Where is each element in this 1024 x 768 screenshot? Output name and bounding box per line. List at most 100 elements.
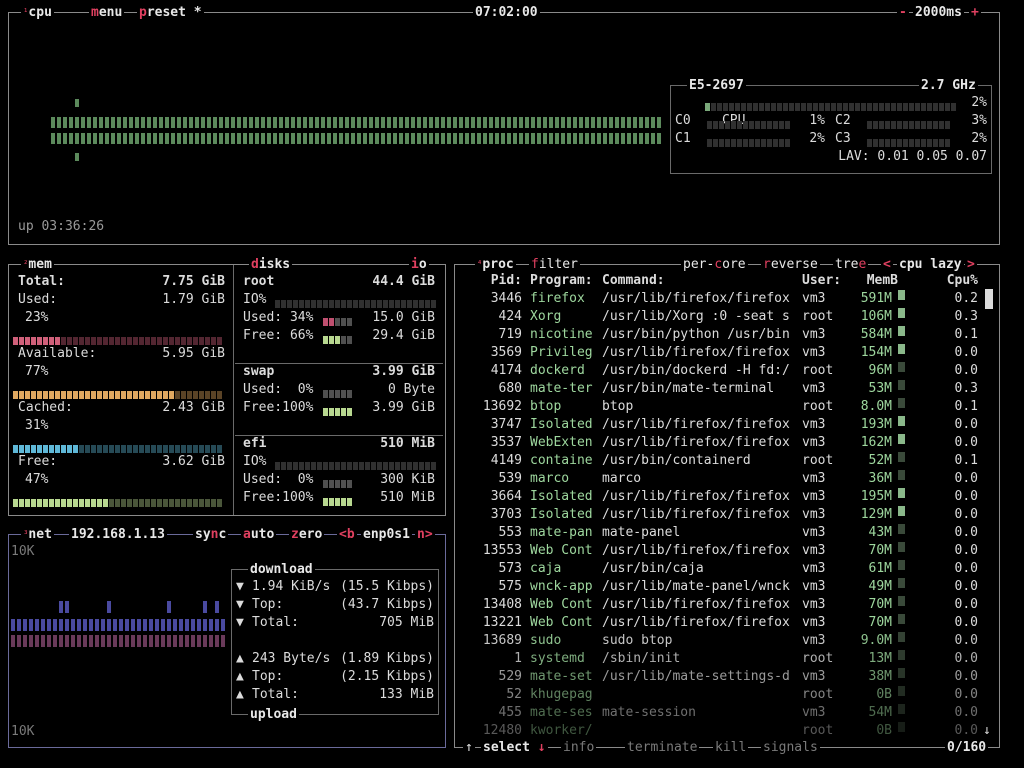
- cpu-cell: 0.3: [954, 381, 978, 396]
- mem-cell: 106M: [860, 309, 892, 324]
- command-cell: btop: [602, 399, 634, 414]
- disk-root-free-bar: [323, 332, 353, 347]
- cpu-cell: 0.0: [954, 723, 978, 738]
- disk-efi-io-label: IO%: [243, 454, 267, 469]
- interval-decrease-button[interactable]: -: [897, 4, 909, 22]
- program-cell: mate-pan: [530, 525, 593, 540]
- command-header[interactable]: Command:: [602, 272, 798, 290]
- cpu-cell: 0.0: [954, 651, 978, 666]
- net-upload-value: 133 MiB: [379, 687, 434, 702]
- table-row[interactable]: 719 nicotine/usr/bin/python /usr/bin vm3 58…: [460, 326, 990, 344]
- mem-cell: 38M: [868, 669, 892, 684]
- table-row[interactable]: 3664 Isolated/usr/lib/firefox/firefox vm3 1…: [460, 488, 990, 506]
- cpu-cell: 0.0: [954, 507, 978, 522]
- table-row[interactable]: 13221 Web Cont/usr/lib/firefox/firefox vm3…: [460, 614, 990, 632]
- preset-button[interactable]: preset *: [137, 4, 204, 22]
- user-cell: vm3: [802, 615, 826, 630]
- table-row[interactable]: 3446 firefox/usr/lib/firefox/firefox vm3 59…: [460, 290, 990, 308]
- disk-swap-used-label: Used: 0%: [243, 382, 314, 397]
- command-cell: sudo btop: [602, 633, 673, 648]
- table-row[interactable]: 13692 btop btop root 8.0M 0.1: [460, 398, 990, 416]
- program-cell: mate-set: [530, 669, 593, 684]
- table-row[interactable]: 1 systemd/sbin/init root 13M 0.0: [460, 650, 990, 668]
- pid-cell: 3664: [490, 489, 522, 504]
- table-row[interactable]: 12480 kworker/root 0B 0.0: [460, 722, 990, 740]
- table-row[interactable]: 4149 containe/usr/bin/containerd root 52M 0.…: [460, 452, 990, 470]
- command-cell: /usr/lib/firefox/firefox: [602, 597, 790, 612]
- table-row[interactable]: 680 mate-ter/usr/bin/mate-terminal vm3 53M 0…: [460, 380, 990, 398]
- table-row[interactable]: 539 marco marco vm3 36M 0.0: [460, 470, 990, 488]
- signals-button[interactable]: signals: [761, 739, 820, 757]
- disk-efi-used-label: Used: 0%: [243, 472, 314, 487]
- scroll-up-icon[interactable]: ↑: [463, 739, 475, 757]
- net-stats-box: download upload ▼ 1.94 KiB/s (15.5 Kibps) ▼…: [231, 561, 439, 724]
- program-cell: btop: [530, 399, 562, 414]
- cpu-cell: 0.0: [954, 633, 978, 648]
- pid-cell: 13553: [482, 543, 522, 558]
- net-box-title[interactable]: ³net: [21, 526, 54, 544]
- mem-cell: 584M: [860, 327, 892, 342]
- core-bar: [707, 135, 791, 150]
- table-row[interactable]: 13553 Web Cont/usr/lib/firefox/firefox vm3…: [460, 542, 990, 560]
- program-cell: Isolated: [530, 507, 593, 522]
- table-row[interactable]: 13408 Web Cont/usr/lib/firefox/firefox vm3…: [460, 596, 990, 614]
- mem-cell: 61M: [868, 561, 892, 576]
- select-button[interactable]: select ↓: [481, 739, 548, 757]
- mem-cell: 193M: [860, 417, 892, 432]
- mem-cell: 52M: [868, 453, 892, 468]
- user-cell: vm3: [802, 291, 826, 306]
- net-download-value: (43.7 Kibps): [340, 597, 434, 612]
- core-label: C2: [835, 113, 851, 128]
- user-cell: root: [802, 723, 834, 738]
- table-row[interactable]: 52 khugepag root 0B 0.0: [460, 686, 990, 704]
- net-upload-value: (2.15 Kibps): [340, 669, 434, 684]
- core-bar: [707, 117, 791, 132]
- program-cell: kworker/: [530, 723, 593, 738]
- table-row[interactable]: 573 caja/usr/bin/caja vm3 61M 0.0: [460, 560, 990, 578]
- table-row[interactable]: 424 Xorg/usr/lib/Xorg :0 -seat s root 106M 0…: [460, 308, 990, 326]
- table-row[interactable]: 3703 Isolated/usr/lib/firefox/firefox vm3 1…: [460, 506, 990, 524]
- kill-button[interactable]: kill: [713, 739, 749, 757]
- interface-next-button[interactable]: n>: [415, 526, 435, 544]
- disk-swap-used-value: 0 Byte: [388, 382, 435, 397]
- cpu-box-title[interactable]: ¹cpu: [21, 4, 54, 22]
- program-header[interactable]: Program:: [530, 272, 604, 290]
- table-row[interactable]: 529 mate-set/usr/lib/mate-settings-d vm3 38…: [460, 668, 990, 686]
- mem-box-title[interactable]: ²mem: [21, 256, 54, 274]
- terminate-button[interactable]: terminate: [625, 739, 700, 757]
- mem-header[interactable]: MemB: [858, 272, 898, 290]
- info-button[interactable]: info: [561, 739, 597, 757]
- table-row[interactable]: 575 wnck-app/usr/lib/mate-panel/wnck vm3 49…: [460, 578, 990, 596]
- cpu-header[interactable]: Cpu%: [940, 272, 978, 290]
- net-upload-label: Total:: [252, 687, 299, 702]
- interval-increase-button[interactable]: +: [969, 4, 981, 22]
- sync-toggle[interactable]: sync: [193, 526, 229, 544]
- cpu-cell: 0.0: [954, 489, 978, 504]
- mem-cached-value: 2.43 GiB: [162, 400, 225, 415]
- table-row[interactable]: 455 mate-ses mate-session vm3 54M 0.0: [460, 704, 990, 722]
- auto-toggle[interactable]: auto: [241, 526, 277, 544]
- table-row[interactable]: 13689 sudo sudo btop vm3 9.0M 0.0: [460, 632, 990, 650]
- table-row[interactable]: 3569 Privileg/usr/lib/firefox/firefox vm3 1…: [460, 344, 990, 362]
- user-header[interactable]: User:: [802, 272, 852, 290]
- user-cell: vm3: [802, 543, 826, 558]
- mem-total-label: Total:: [18, 274, 65, 289]
- menu-button[interactable]: menu: [89, 4, 125, 22]
- pid-header[interactable]: Pid:: [460, 272, 522, 290]
- program-cell: WebExten: [530, 435, 593, 450]
- pid-cell: 13692: [482, 399, 522, 414]
- core-pct: 1%: [809, 113, 825, 128]
- table-row[interactable]: 553 mate-pan mate-panel vm3 43M 0.0: [460, 524, 990, 542]
- zero-button[interactable]: zero: [289, 526, 325, 544]
- interface-prev-button[interactable]: <b: [337, 526, 357, 544]
- io-toggle[interactable]: io: [409, 256, 429, 274]
- program-cell: marco: [530, 471, 570, 486]
- net-upload-arrow-icon: ▲: [236, 687, 244, 702]
- pid-cell: 3446: [490, 291, 522, 306]
- mem-free-label: Free:: [18, 454, 58, 469]
- table-row[interactable]: 3537 WebExten/usr/lib/firefox/firefox vm3 1…: [460, 434, 990, 452]
- disk-efi-free-value: 510 MiB: [380, 490, 435, 505]
- table-row[interactable]: 3747 Isolated/usr/lib/firefox/firefox vm3 1…: [460, 416, 990, 434]
- table-row[interactable]: 4174 dockerd/usr/bin/dockerd -H fd:/ root 9…: [460, 362, 990, 380]
- command-cell: /usr/lib/firefox/firefox: [602, 489, 790, 504]
